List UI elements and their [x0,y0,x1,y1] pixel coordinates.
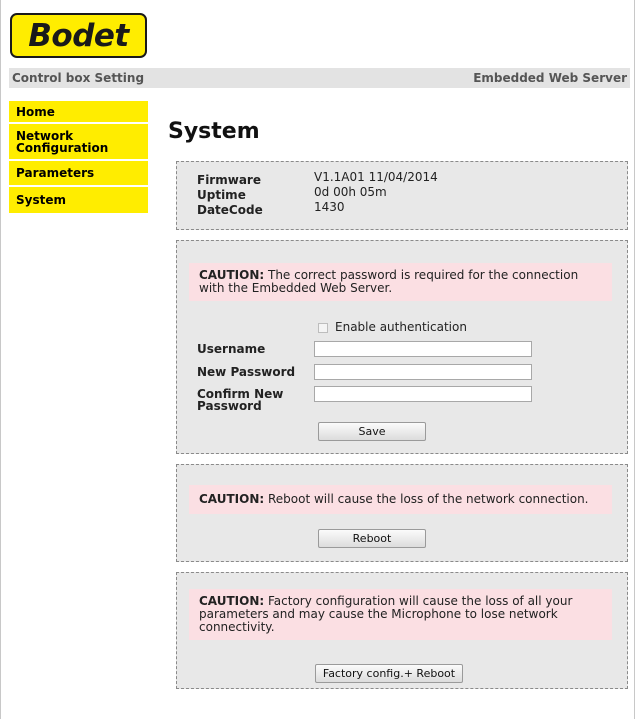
reboot-caution-message: CAUTION: Reboot will cause the loss of t… [189,485,612,514]
header-title-left: Control box Setting [12,71,145,85]
confirm-password-label: Confirm New Password [197,387,284,413]
uptime-value: 0d 00h 05m [314,185,387,199]
username-input[interactable] [314,341,532,357]
sidebar-item-network-configuration[interactable]: Network Configuration [9,124,148,161]
header-title-right: Embedded Web Server [473,71,627,85]
username-label: Username [197,342,266,356]
caution-text: Reboot will cause the loss of the networ… [264,492,589,506]
factory-caution-message: CAUTION: Factory configuration will caus… [189,589,612,640]
caution-prefix: CAUTION: [199,594,265,608]
authentication-panel: CAUTION: The correct password is require… [176,240,628,454]
sidebar-item-label: Parameters [16,166,95,180]
caution-prefix: CAUTION: [199,268,265,282]
sidebar-item-parameters[interactable]: Parameters [9,161,148,187]
factory-config-reboot-button[interactable]: Factory config.+ Reboot [315,664,463,683]
page-title: System [168,119,260,144]
datecode-value: 1430 [314,200,345,214]
firmware-value: V1.1A01 11/04/2014 [314,170,438,184]
enable-authentication-checkbox[interactable] [318,323,328,333]
caution-prefix: CAUTION: [199,492,265,506]
sidebar-item-home[interactable]: Home [9,101,148,124]
firmware-label: Firmware [197,173,261,187]
reboot-panel: CAUTION: Reboot will cause the loss of t… [176,464,628,562]
sidebar-item-label: Home [16,104,55,119]
confirm-password-input[interactable] [314,386,532,402]
system-info-panel: Firmware V1.1A01 11/04/2014 Uptime 0d 00… [176,161,628,230]
new-password-input[interactable] [314,364,532,380]
sidebar-nav: Home Network Configuration Parameters Sy… [9,101,148,215]
header-bar: Control box Setting Embedded Web Server [9,68,630,88]
reboot-button[interactable]: Reboot [318,529,426,548]
uptime-label: Uptime [197,188,246,202]
datecode-label: DateCode [197,203,263,217]
enable-authentication-label: Enable authentication [335,320,467,334]
sidebar-item-label: System [16,193,66,207]
sidebar-item-label: Network Configuration [16,128,109,155]
logo-text: Bodet [28,18,129,54]
save-button[interactable]: Save [318,422,426,441]
factory-config-panel: CAUTION: Factory configuration will caus… [176,572,628,689]
sidebar-item-system[interactable]: System [9,187,148,215]
auth-caution-message: CAUTION: The correct password is require… [189,263,612,301]
bodet-logo: Bodet [10,13,147,58]
new-password-label: New Password [197,365,296,379]
